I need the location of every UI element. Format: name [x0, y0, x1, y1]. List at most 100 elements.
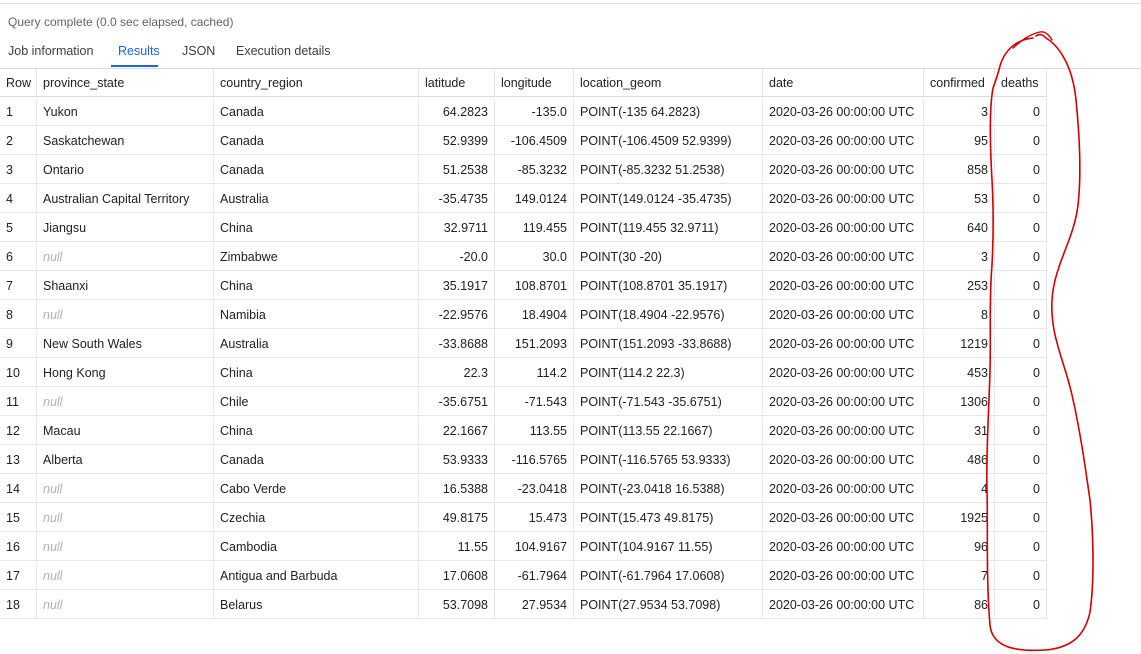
- column-header-row[interactable]: Row: [0, 69, 37, 97]
- column-header-province-state[interactable]: province_state: [37, 69, 214, 97]
- column-header-confirmed[interactable]: confirmed: [924, 69, 995, 97]
- cell-latitude: 49.8175: [419, 504, 495, 532]
- table-row[interactable]: 8 null Namibia -22.9576 18.4904 POINT(18.4904…: [0, 301, 1047, 330]
- cell-country-region: Namibia: [214, 301, 419, 329]
- cell-latitude: -35.6751: [419, 388, 495, 416]
- cell-province-state: Australian Capital Territory: [37, 185, 214, 213]
- cell-country-region: China: [214, 214, 419, 242]
- table-row[interactable]: 4 Australian Capital Territory Australia -3…: [0, 185, 1047, 214]
- tab-results[interactable]: Results: [118, 44, 160, 58]
- cell-longitude: -71.543: [495, 388, 574, 416]
- cell-date: 2020-03-26 00:00:00 UTC: [763, 127, 924, 155]
- cell-latitude: 16.5388: [419, 475, 495, 503]
- cell-country-region: Cambodia: [214, 533, 419, 561]
- cell-country-region: China: [214, 272, 419, 300]
- cell-date: 2020-03-26 00:00:00 UTC: [763, 98, 924, 126]
- table-row[interactable]: 13 Alberta Canada 53.9333 -116.5765 POINT(-11…: [0, 446, 1047, 475]
- cell-deaths: 0: [995, 301, 1047, 329]
- cell-date: 2020-03-26 00:00:00 UTC: [763, 243, 924, 271]
- cell-country-region: China: [214, 417, 419, 445]
- column-header-longitude[interactable]: longitude: [495, 69, 574, 97]
- cell-row-number: 16: [0, 533, 37, 561]
- cell-longitude: -116.5765: [495, 446, 574, 474]
- cell-confirmed: 253: [924, 272, 995, 300]
- cell-country-region: Australia: [214, 330, 419, 358]
- cell-latitude: 17.0608: [419, 562, 495, 590]
- cell-longitude: 149.0124: [495, 185, 574, 213]
- table-row[interactable]: 1 Yukon Canada 64.2823 -135.0 POINT(-135 64.2…: [0, 98, 1047, 127]
- cell-deaths: 0: [995, 388, 1047, 416]
- cell-deaths: 0: [995, 272, 1047, 300]
- cell-latitude: 22.1667: [419, 417, 495, 445]
- cell-province-state: null: [37, 475, 214, 503]
- tab-job-information[interactable]: Job information: [8, 44, 93, 58]
- cell-date: 2020-03-26 00:00:00 UTC: [763, 330, 924, 358]
- cell-country-region: Cabo Verde: [214, 475, 419, 503]
- table-row[interactable]: 3 Ontario Canada 51.2538 -85.3232 POINT(-85.3…: [0, 156, 1047, 185]
- cell-province-state: null: [37, 301, 214, 329]
- cell-province-state: null: [37, 388, 214, 416]
- column-header-country-region[interactable]: country_region: [214, 69, 419, 97]
- cell-longitude: 113.55: [495, 417, 574, 445]
- table-row[interactable]: 10 Hong Kong China 22.3 114.2 POINT(114.2 22.…: [0, 359, 1047, 388]
- table-row[interactable]: 11 null Chile -35.6751 -71.543 POINT(-71.543 …: [0, 388, 1047, 417]
- cell-country-region: Australia: [214, 185, 419, 213]
- table-row[interactable]: 2 Saskatchewan Canada 52.9399 -106.4509 POINT…: [0, 127, 1047, 156]
- table-row[interactable]: 14 null Cabo Verde 16.5388 -23.0418 POINT(-23…: [0, 475, 1047, 504]
- table-row[interactable]: 12 Macau China 22.1667 113.55 POINT(113.55 22…: [0, 417, 1047, 446]
- cell-date: 2020-03-26 00:00:00 UTC: [763, 388, 924, 416]
- table-row[interactable]: 15 null Czechia 49.8175 15.473 POINT(15.473 4…: [0, 504, 1047, 533]
- cell-country-region: Chile: [214, 388, 419, 416]
- cell-deaths: 0: [995, 446, 1047, 474]
- cell-latitude: 53.9333: [419, 446, 495, 474]
- cell-longitude: 108.8701: [495, 272, 574, 300]
- column-header-location-geom[interactable]: location_geom: [574, 69, 763, 97]
- cell-country-region: Canada: [214, 446, 419, 474]
- cell-date: 2020-03-26 00:00:00 UTC: [763, 185, 924, 213]
- cell-confirmed: 3: [924, 98, 995, 126]
- cell-country-region: Zimbabwe: [214, 243, 419, 271]
- cell-location-geom: POINT(-135 64.2823): [574, 98, 763, 126]
- table-row[interactable]: 9 New South Wales Australia -33.8688 151.209…: [0, 330, 1047, 359]
- cell-latitude: -35.4735: [419, 185, 495, 213]
- cell-province-state: Hong Kong: [37, 359, 214, 387]
- cell-confirmed: 1925: [924, 504, 995, 532]
- cell-location-geom: POINT(151.2093 -33.8688): [574, 330, 763, 358]
- cell-country-region: Canada: [214, 156, 419, 184]
- table-row[interactable]: 5 Jiangsu China 32.9711 119.455 POINT(119.455…: [0, 214, 1047, 243]
- cell-row-number: 4: [0, 185, 37, 213]
- cell-deaths: 0: [995, 417, 1047, 445]
- cell-deaths: 0: [995, 504, 1047, 532]
- cell-date: 2020-03-26 00:00:00 UTC: [763, 533, 924, 561]
- cell-location-geom: POINT(113.55 22.1667): [574, 417, 763, 445]
- cell-location-geom: POINT(104.9167 11.55): [574, 533, 763, 561]
- cell-province-state: null: [37, 504, 214, 532]
- cell-latitude: -22.9576: [419, 301, 495, 329]
- cell-row-number: 13: [0, 446, 37, 474]
- table-row[interactable]: 7 Shaanxi China 35.1917 108.8701 POINT(108.87…: [0, 272, 1047, 301]
- cell-date: 2020-03-26 00:00:00 UTC: [763, 475, 924, 503]
- cell-confirmed: 7: [924, 562, 995, 590]
- cell-deaths: 0: [995, 562, 1047, 590]
- column-header-date[interactable]: date: [763, 69, 924, 97]
- cell-deaths: 0: [995, 533, 1047, 561]
- cell-confirmed: 1306: [924, 388, 995, 416]
- cell-confirmed: 1219: [924, 330, 995, 358]
- query-status: Query complete (0.0 sec elapsed, cached): [8, 15, 234, 29]
- tab-json[interactable]: JSON: [182, 44, 215, 58]
- table-row[interactable]: 17 null Antigua and Barbuda 17.0608 -61.7964…: [0, 562, 1047, 591]
- table-row[interactable]: 16 null Cambodia 11.55 104.9167 POINT(104.916…: [0, 533, 1047, 562]
- cell-province-state: null: [37, 243, 214, 271]
- table-row[interactable]: 18 null Belarus 53.7098 27.9534 POINT(27.9534…: [0, 591, 1047, 620]
- cell-location-geom: POINT(-61.7964 17.0608): [574, 562, 763, 590]
- table-row[interactable]: 6 null Zimbabwe -20.0 30.0 POINT(30 -20) 2020-…: [0, 243, 1047, 272]
- column-header-deaths[interactable]: deaths: [995, 69, 1047, 97]
- cell-date: 2020-03-26 00:00:00 UTC: [763, 417, 924, 445]
- column-header-latitude[interactable]: latitude: [419, 69, 495, 97]
- cell-location-geom: POINT(119.455 32.9711): [574, 214, 763, 242]
- tab-execution-details[interactable]: Execution details: [236, 44, 331, 58]
- cell-confirmed: 31: [924, 417, 995, 445]
- cell-location-geom: POINT(114.2 22.3): [574, 359, 763, 387]
- cell-longitude: -135.0: [495, 98, 574, 126]
- results-tabs: Job information Results JSON Execution d…: [0, 40, 1141, 69]
